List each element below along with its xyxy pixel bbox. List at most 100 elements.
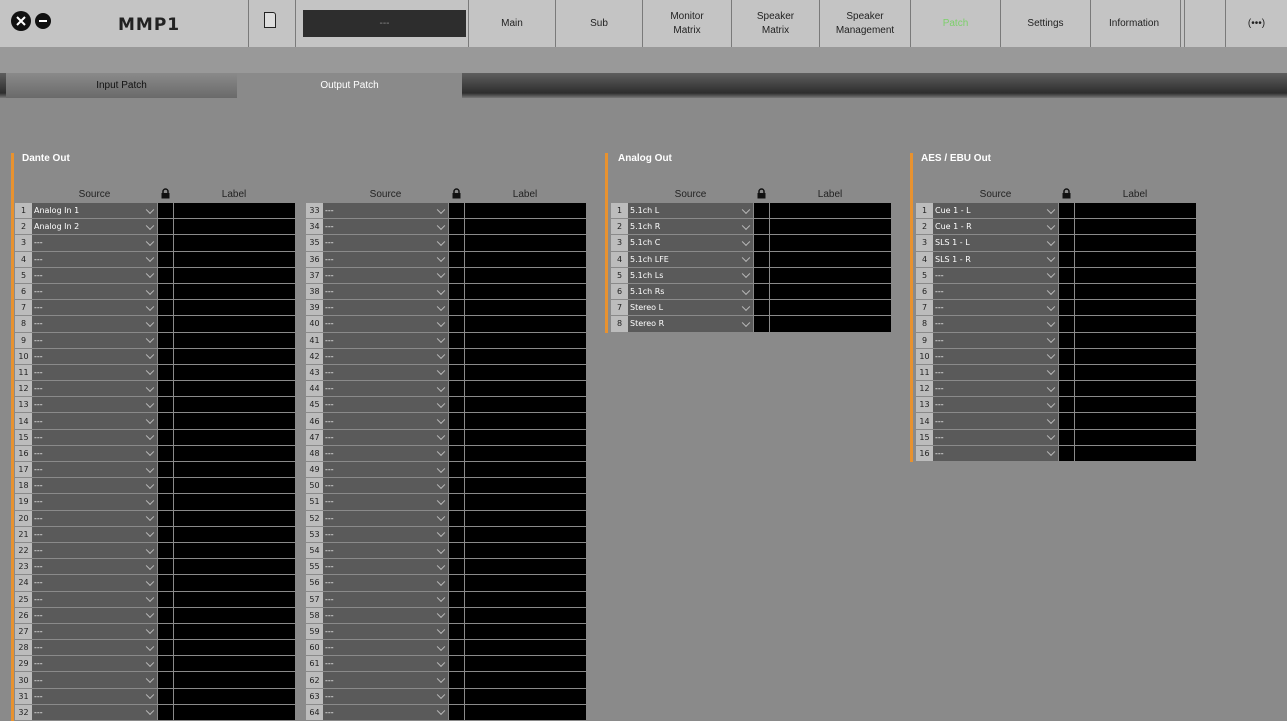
source-select[interactable]: --- <box>323 478 448 494</box>
label-field[interactable] <box>173 526 295 542</box>
lock-toggle[interactable] <box>157 300 173 316</box>
label-field[interactable] <box>769 235 891 251</box>
label-field[interactable] <box>173 607 295 623</box>
source-select[interactable]: --- <box>323 494 448 510</box>
source-select[interactable]: --- <box>323 640 448 656</box>
tab-monitor-matrix[interactable]: Monitor Matrix <box>643 0 731 47</box>
lock-toggle[interactable] <box>448 251 464 267</box>
label-field[interactable] <box>464 526 586 542</box>
source-select[interactable]: --- <box>323 413 448 429</box>
lock-toggle[interactable] <box>448 462 464 478</box>
label-field[interactable] <box>1074 316 1196 332</box>
source-select[interactable]: --- <box>32 575 157 591</box>
lock-toggle[interactable] <box>753 283 769 300</box>
lock-toggle[interactable] <box>1058 283 1074 300</box>
label-field[interactable] <box>1074 203 1196 219</box>
label-field[interactable] <box>464 429 586 445</box>
lock-toggle[interactable] <box>448 332 464 348</box>
lock-toggle[interactable] <box>448 704 464 720</box>
label-field[interactable] <box>173 413 295 429</box>
lock-toggle[interactable] <box>448 283 464 300</box>
source-select[interactable]: SLS 1 - L <box>933 235 1058 251</box>
source-select[interactable]: SLS 1 - R <box>933 251 1058 267</box>
label-field[interactable] <box>1074 267 1196 283</box>
lock-toggle[interactable] <box>448 591 464 607</box>
source-select[interactable]: --- <box>32 672 157 688</box>
source-select[interactable]: --- <box>32 510 157 526</box>
label-field[interactable] <box>173 381 295 397</box>
label-field[interactable] <box>173 494 295 510</box>
source-select[interactable]: --- <box>32 640 157 656</box>
lock-toggle[interactable] <box>448 542 464 559</box>
source-select[interactable]: --- <box>323 235 448 251</box>
lock-toggle[interactable] <box>1058 445 1074 461</box>
lock-toggle[interactable] <box>448 478 464 494</box>
label-field[interactable] <box>1074 445 1196 461</box>
lock-toggle[interactable] <box>448 672 464 688</box>
lock-toggle[interactable] <box>157 559 173 575</box>
lock-toggle[interactable] <box>1058 397 1074 413</box>
lock-toggle[interactable] <box>157 364 173 381</box>
lock-toggle[interactable] <box>448 219 464 235</box>
label-field[interactable] <box>173 623 295 640</box>
lock-toggle[interactable] <box>1058 429 1074 445</box>
label-field[interactable] <box>173 429 295 445</box>
lock-toggle[interactable] <box>448 413 464 429</box>
label-field[interactable] <box>173 397 295 413</box>
source-select[interactable]: --- <box>323 251 448 267</box>
source-select[interactable]: --- <box>323 300 448 316</box>
lock-toggle[interactable] <box>753 300 769 316</box>
label-field[interactable] <box>173 267 295 283</box>
source-select[interactable]: --- <box>32 462 157 478</box>
label-field[interactable] <box>464 688 586 704</box>
lock-toggle[interactable] <box>753 251 769 267</box>
lock-toggle[interactable] <box>448 348 464 364</box>
label-field[interactable] <box>464 656 586 672</box>
source-select[interactable]: --- <box>933 348 1058 364</box>
source-select[interactable]: --- <box>32 607 157 623</box>
label-field[interactable] <box>173 688 295 704</box>
label-field[interactable] <box>464 510 586 526</box>
lock-toggle[interactable] <box>157 494 173 510</box>
source-select[interactable]: --- <box>933 445 1058 461</box>
lock-toggle[interactable] <box>157 445 173 461</box>
lock-toggle[interactable] <box>448 316 464 332</box>
lock-toggle[interactable] <box>157 640 173 656</box>
lock-toggle[interactable] <box>157 575 173 591</box>
lock-toggle[interactable] <box>157 704 173 720</box>
source-select[interactable]: --- <box>323 526 448 542</box>
label-field[interactable] <box>464 640 586 656</box>
lock-toggle[interactable] <box>157 623 173 640</box>
source-select[interactable]: 5.1ch Rs <box>628 283 753 300</box>
source-select[interactable]: 5.1ch R <box>628 219 753 235</box>
tab-settings[interactable]: Settings <box>1001 0 1090 47</box>
lock-toggle[interactable] <box>1058 235 1074 251</box>
source-select[interactable]: Analog In 2 <box>32 219 157 235</box>
source-select[interactable]: --- <box>32 526 157 542</box>
lock-toggle[interactable] <box>448 300 464 316</box>
label-field[interactable] <box>1074 348 1196 364</box>
label-field[interactable] <box>464 462 586 478</box>
label-field[interactable] <box>464 300 586 316</box>
label-field[interactable] <box>464 219 586 235</box>
lock-toggle[interactable] <box>753 235 769 251</box>
source-select[interactable]: --- <box>32 656 157 672</box>
label-field[interactable] <box>464 623 586 640</box>
label-field[interactable] <box>464 251 586 267</box>
label-field[interactable] <box>769 267 891 283</box>
label-field[interactable] <box>464 364 586 381</box>
lock-toggle[interactable] <box>157 413 173 429</box>
lock-toggle[interactable] <box>1058 381 1074 397</box>
lock-toggle[interactable] <box>1058 267 1074 283</box>
source-select[interactable]: --- <box>323 429 448 445</box>
scene-display[interactable]: --- <box>303 10 466 37</box>
lock-toggle[interactable] <box>448 429 464 445</box>
source-select[interactable]: Cue 1 - L <box>933 203 1058 219</box>
lock-toggle[interactable] <box>1058 348 1074 364</box>
lock-toggle[interactable] <box>1058 364 1074 381</box>
source-select[interactable]: --- <box>323 316 448 332</box>
source-select[interactable]: --- <box>32 283 157 300</box>
label-field[interactable] <box>464 575 586 591</box>
label-field[interactable] <box>173 510 295 526</box>
lock-toggle[interactable] <box>157 607 173 623</box>
